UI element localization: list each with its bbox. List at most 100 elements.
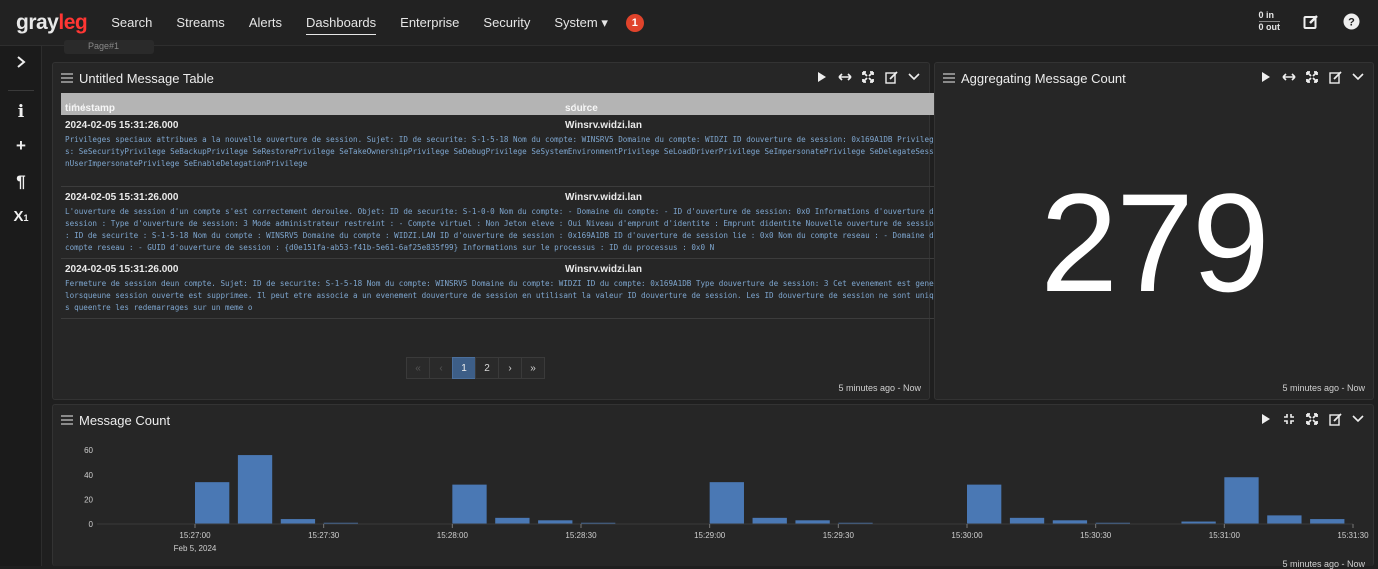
chart-bar[interactable]	[538, 520, 573, 524]
widget-title: Aggregating Message Count	[961, 70, 1126, 86]
widget-header: Untitled Message Table	[53, 63, 929, 93]
fullscreen-icon[interactable]	[1305, 70, 1319, 84]
throughput-indicator[interactable]: 0 in 0 out	[1258, 10, 1281, 33]
row-message: Privileges speciaux attribues a la nouve…	[65, 135, 943, 168]
nav-item-enterprise[interactable]: Enterprise	[400, 11, 459, 34]
notification-badge[interactable]: 1	[625, 13, 644, 32]
chart-bar[interactable]	[795, 520, 830, 524]
paragraph-icon[interactable]: ¶	[0, 172, 42, 192]
graylog-logo[interactable]: grayleg	[16, 10, 88, 35]
drag-handle-icon[interactable]	[943, 73, 955, 83]
widget-actions	[1259, 70, 1365, 84]
play-icon[interactable]	[815, 70, 829, 84]
chevron-down-icon[interactable]	[1351, 70, 1365, 84]
chart-bar[interactable]	[967, 484, 1002, 524]
sort-icon[interactable]: ↿⇂	[571, 103, 588, 114]
pagination-prev[interactable]: ‹	[429, 357, 453, 379]
chart-bar[interactable]	[709, 482, 744, 524]
x-tick-label: 15:31:00	[1209, 531, 1241, 540]
edit-icon[interactable]	[1302, 13, 1320, 31]
chart-bar[interactable]	[195, 482, 230, 524]
edit-widget-icon[interactable]	[1328, 70, 1342, 84]
y-tick-label: 20	[84, 495, 93, 504]
widget-actions	[815, 70, 921, 84]
row-meta: 2024-02-05 15:31:26.000 Winsrv.widzi.lan	[65, 120, 945, 134]
y-tick-label: 60	[84, 446, 93, 455]
table-header: timestamp ↿⇂ source ↿⇂	[61, 93, 949, 115]
nav-item-dashboards[interactable]: Dashboards	[306, 11, 377, 35]
chart-bar[interactable]	[1052, 520, 1088, 524]
help-icon[interactable]: ?	[1342, 13, 1360, 31]
expand-horizontal-icon[interactable]	[1282, 70, 1296, 84]
pagination-page-2[interactable]: 2	[475, 357, 499, 379]
x-tick-label: 15:30:00	[951, 531, 983, 540]
x-tick-label: 15:29:30	[823, 531, 855, 540]
table-row[interactable]: 2024-02-05 15:31:26.000 Winsrv.widzi.lan F…	[61, 259, 949, 319]
edit-widget-icon[interactable]	[1328, 412, 1342, 426]
chart-bar[interactable]	[752, 517, 787, 524]
nav-item-search[interactable]: Search	[111, 11, 152, 34]
row-source: Winsrv.widzi.lan	[565, 192, 642, 203]
chart-bar[interactable]	[1267, 515, 1302, 524]
left-sidebar: i + ¶ X1	[0, 46, 42, 566]
x-tick-label: 15:28:00	[437, 531, 469, 540]
pagination-last[interactable]: »	[521, 357, 545, 379]
fullscreen-icon[interactable]	[1305, 412, 1319, 426]
pagination-page-1[interactable]: 1	[452, 357, 476, 379]
logo-accent-text: leg	[58, 10, 88, 34]
chevron-right-icon[interactable]	[0, 54, 42, 74]
subscript-icon[interactable]: X1	[0, 208, 42, 225]
table-row[interactable]: 2024-02-05 15:31:26.000 Winsrv.widzi.lan P…	[61, 115, 949, 187]
throughput-out: 0 out	[1258, 22, 1281, 32]
shrink-icon[interactable]	[1282, 412, 1296, 426]
table-row[interactable]: 2024-02-05 15:31:26.000 Winsrv.widzi.lan L…	[61, 187, 949, 259]
info-icon[interactable]: i	[0, 102, 42, 122]
nav-item-security[interactable]: Security	[483, 11, 530, 34]
nav-item-alerts[interactable]: Alerts	[249, 11, 282, 34]
chart-bar[interactable]	[1009, 517, 1045, 524]
time-range-label: 5 minutes ago - Now	[1282, 383, 1365, 393]
pagination-next[interactable]: ›	[498, 357, 522, 379]
x-tick-label: 15:27:30	[308, 531, 340, 540]
widget-header: Message Count	[53, 405, 1373, 435]
nav-item-system[interactable]: System ▾	[554, 11, 607, 35]
logo-text: gray	[16, 10, 59, 34]
row-timestamp: 2024-02-05 15:31:26.000	[65, 192, 179, 203]
x-tick-label: 15:31:30	[1337, 531, 1369, 540]
x-tick-label: 15:29:00	[694, 531, 726, 540]
pagination-first[interactable]: «	[406, 357, 430, 379]
drag-handle-icon[interactable]	[61, 73, 73, 83]
drag-handle-icon[interactable]	[61, 415, 73, 425]
play-icon[interactable]	[1259, 70, 1273, 84]
nav-item-streams[interactable]: Streams	[176, 11, 224, 34]
chart-bar[interactable]	[1310, 519, 1345, 524]
tab-page-1[interactable]: Page#1	[64, 40, 154, 54]
chart-bar[interactable]	[1224, 477, 1259, 524]
nav-right: 0 in 0 out ?	[1258, 10, 1361, 33]
row-source: Winsrv.widzi.lan	[565, 120, 642, 131]
chevron-down-icon[interactable]	[1351, 412, 1365, 426]
row-meta: 2024-02-05 15:31:26.000 Winsrv.widzi.lan	[65, 192, 945, 206]
message-count-chart: 0 20 40 60 15:27:00 15:27:30 15:28:00 15:28:30 1…	[84, 446, 1369, 553]
fullscreen-icon[interactable]	[861, 70, 875, 84]
row-meta: 2024-02-05 15:31:26.000 Winsrv.widzi.lan	[65, 264, 945, 278]
row-message: Fermeture de session deun compte. Sujet:…	[65, 279, 943, 312]
play-icon[interactable]	[1259, 412, 1273, 426]
chart-bar[interactable]	[280, 519, 316, 524]
chart-bar[interactable]	[237, 455, 273, 524]
row-timestamp: 2024-02-05 15:31:26.000	[65, 120, 179, 131]
row-source: Winsrv.widzi.lan	[565, 264, 642, 275]
chart-bar[interactable]	[452, 484, 487, 524]
edit-widget-icon[interactable]	[884, 70, 898, 84]
time-range-label: 5 minutes ago - Now	[838, 383, 921, 393]
aggregate-count-widget: Aggregating Message Count 279 5 minutes …	[934, 62, 1374, 400]
widget-header: Aggregating Message Count	[935, 63, 1373, 93]
sort-icon[interactable]: ↿⇂	[71, 103, 88, 114]
chart-bar[interactable]	[495, 517, 530, 524]
plus-icon[interactable]: +	[0, 136, 42, 156]
pagination: « ‹ 1 2 › »	[406, 357, 545, 379]
expand-horizontal-icon[interactable]	[838, 70, 852, 84]
chevron-down-icon[interactable]	[907, 70, 921, 84]
row-timestamp: 2024-02-05 15:31:26.000	[65, 264, 179, 275]
top-navigation: grayleg Search Streams Alerts Dashboards Ent…	[0, 0, 1378, 46]
